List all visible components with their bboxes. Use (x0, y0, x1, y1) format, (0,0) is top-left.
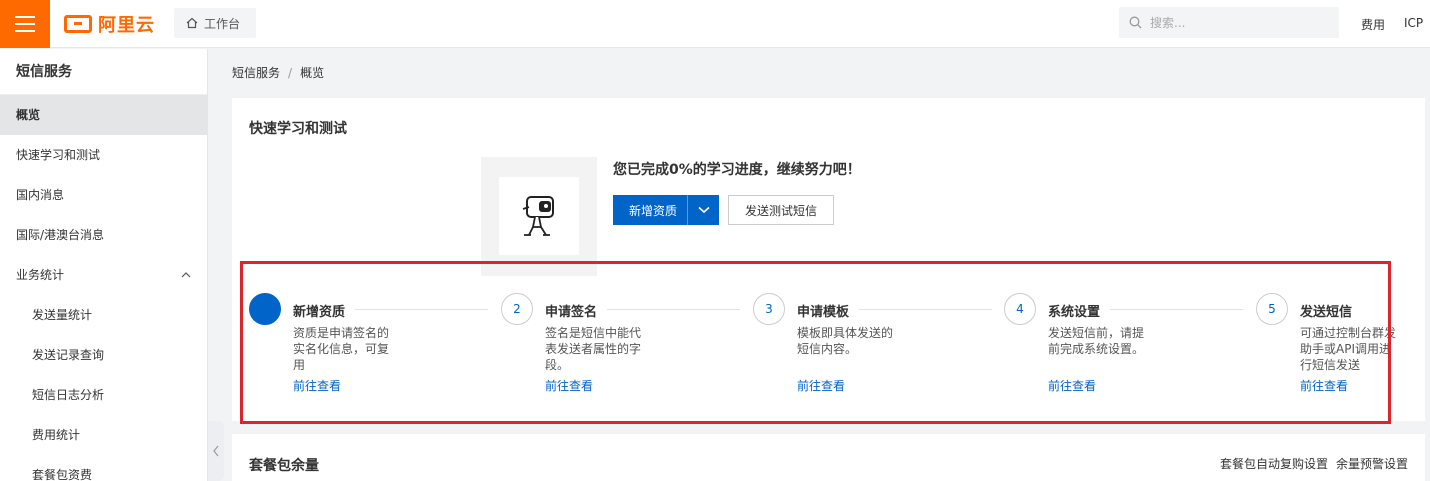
billing-link[interactable]: 费用 (1361, 16, 1385, 33)
learning-progress-text: 您已完成0%的学习进度，继续努力吧！ (613, 162, 861, 178)
step-title: 发送短信 (1300, 301, 1363, 320)
sidebar-item-quick-learn[interactable]: 快速学习和测试 (0, 135, 207, 175)
breadcrumb-item-overview: 概览 (300, 66, 325, 80)
dropdown-toggle[interactable] (687, 195, 719, 225)
sidebar-item-label: 业务统计 (16, 268, 65, 282)
sidebar-item-package-pricing[interactable]: 套餐包资费 (0, 455, 207, 481)
breadcrumb: 短信服务 / 概览 (232, 64, 324, 81)
top-navbar: 阿里云 工作台 费用 ICP (0, 0, 1430, 48)
step-description: 资质是申请签名的实名化信息，可复用 (293, 326, 390, 372)
sidebar-title: 短信服务 (0, 49, 207, 95)
quick-learn-title: 快速学习和测试 (249, 121, 347, 137)
step-view-link[interactable]: 前往查看 (1300, 377, 1348, 394)
step-indicator: 3 (753, 293, 785, 325)
sidebar-item-cost-stats[interactable]: 费用统计 (0, 415, 207, 455)
quick-learn-card: 快速学习和测试 您已完成0%的学习进度，继续努力吧！ 新增资质 发送测试短信 新… (232, 98, 1425, 421)
step-description: 模板即具体发送的短信内容。 (797, 326, 894, 356)
chevron-up-icon (181, 272, 191, 278)
search-input[interactable] (1150, 15, 1320, 30)
sidebar-item-send-volume[interactable]: 发送量统计 (0, 295, 207, 335)
step-title: 新增资质 (293, 301, 356, 320)
step-indicator: 2 (501, 293, 533, 325)
step-indicator: 5 (1256, 293, 1288, 325)
menu-icon (15, 16, 35, 18)
sidebar-item-domestic[interactable]: 国内消息 (0, 175, 207, 215)
sidebar: 短信服务 概览 快速学习和测试 国内消息 国际/港澳台消息 业务统计 发送量统计… (0, 49, 208, 481)
step-title: 申请签名 (545, 301, 608, 320)
balance-alert-link[interactable]: 余量预警设置 (1336, 455, 1408, 472)
package-balance-title: 套餐包余量 (249, 458, 319, 474)
hamburger-menu-button[interactable] (0, 0, 50, 48)
step-indicator-done (249, 293, 281, 325)
step-view-link[interactable]: 前往查看 (545, 377, 593, 394)
send-test-sms-button[interactable]: 发送测试短信 (728, 195, 834, 225)
step-view-link[interactable]: 前往查看 (1048, 377, 1096, 394)
step-indicator: 4 (1004, 293, 1036, 325)
step-view-link[interactable]: 前往查看 (293, 377, 341, 394)
breadcrumb-separator: / (288, 65, 293, 80)
search-box[interactable] (1119, 7, 1339, 38)
chevron-down-icon (697, 206, 710, 214)
robot-illustration (481, 157, 597, 276)
sidebar-item-log-analysis[interactable]: 短信日志分析 (0, 375, 207, 415)
sidebar-item-business-stats[interactable]: 业务统计 (0, 255, 207, 295)
breadcrumb-item-sms[interactable]: 短信服务 (232, 64, 280, 81)
step-description: 签名是短信中能代表发送者属性的字段。 (545, 326, 642, 372)
logo-text: 阿里云 (98, 15, 155, 36)
aliyun-logo[interactable]: 阿里云 (64, 12, 155, 36)
step-description: 发送短信前，请提前完成系统设置。 (1048, 326, 1145, 356)
auto-repurchase-link[interactable]: 套餐包自动复购设置 (1220, 455, 1328, 472)
chevron-left-icon (213, 445, 219, 457)
workbench-label: 工作台 (204, 16, 241, 31)
add-qualification-label: 新增资质 (629, 203, 678, 218)
step-title: 系统设置 (1048, 301, 1111, 320)
onboarding-steps: 新增资质 资质是申请签名的实名化信息，可复用 前往查看 2 申请签名 签名是短信… (249, 293, 1409, 403)
package-balance-card: 套餐包余量 套餐包自动复购设置 余量预警设置 (232, 434, 1425, 481)
icp-link[interactable]: ICP (1404, 16, 1423, 30)
aliyun-logo-icon (64, 15, 92, 33)
step-description: 可通过控制台群发助手或API调用进行短信发送 (1300, 326, 1397, 372)
sidebar-item-international[interactable]: 国际/港澳台消息 (0, 215, 207, 255)
sidebar-item-overview[interactable]: 概览 (0, 95, 207, 135)
workbench-button[interactable]: 工作台 (174, 8, 256, 38)
step-title: 申请模板 (797, 301, 860, 320)
home-icon (186, 17, 198, 29)
search-icon (1129, 16, 1142, 29)
robot-icon (522, 196, 554, 236)
add-qualification-button[interactable]: 新增资质 (613, 195, 719, 225)
sidebar-collapse-handle[interactable] (208, 421, 224, 481)
step-view-link[interactable]: 前往查看 (797, 377, 845, 394)
sidebar-item-send-records[interactable]: 发送记录查询 (0, 335, 207, 375)
